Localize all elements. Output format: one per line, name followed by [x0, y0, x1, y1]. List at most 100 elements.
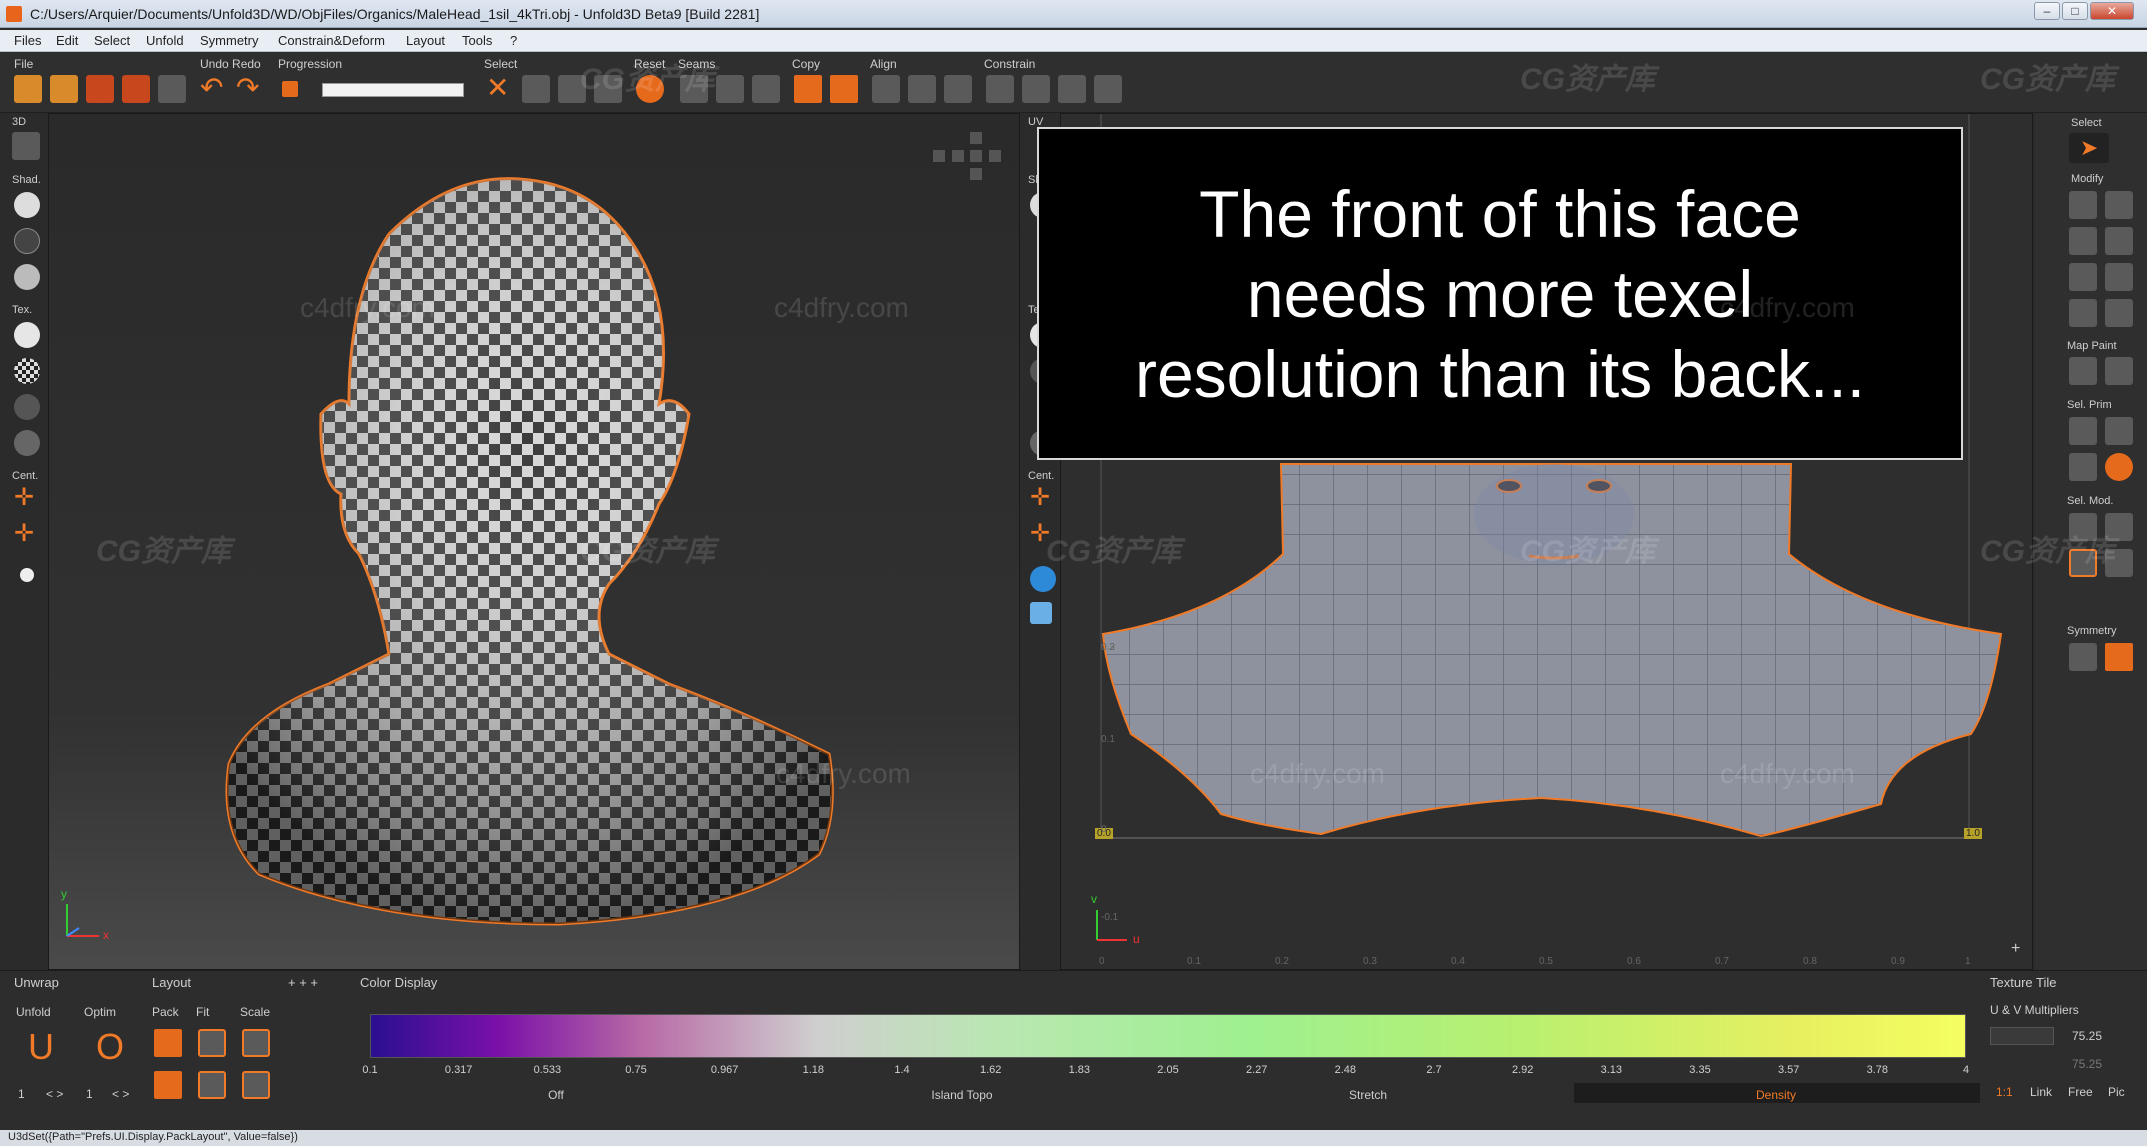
- constrain-plus-icon[interactable]: [1094, 75, 1122, 103]
- mode-off-button[interactable]: Off: [548, 1088, 564, 1102]
- pack-icon[interactable]: [154, 1029, 182, 1057]
- cylinder-icon[interactable]: [2069, 299, 2097, 327]
- tile-ratio-button[interactable]: 1:1: [1996, 1085, 2013, 1099]
- optim-iterations[interactable]: 1: [86, 1087, 93, 1101]
- panel-label-map-paint: Map Paint: [2067, 340, 2117, 352]
- uv-u-tick: 0.1: [1187, 956, 1201, 967]
- symmetry-icon[interactable]: [2069, 643, 2097, 671]
- close-button[interactable]: ✕: [2090, 2, 2134, 20]
- select-all-icon[interactable]: [522, 75, 550, 103]
- fit-tile-icon[interactable]: [198, 1071, 226, 1099]
- vertex-mode-icon[interactable]: [2069, 417, 2097, 445]
- face-mode-icon[interactable]: [2069, 453, 2097, 481]
- uv-v-tick: 0.2: [1101, 642, 1115, 653]
- menu-layout[interactable]: Layout: [406, 33, 445, 48]
- unfold-iterations[interactable]: 1: [18, 1087, 25, 1101]
- minimize-button[interactable]: –: [2034, 2, 2060, 20]
- menu-edit[interactable]: Edit: [56, 33, 78, 48]
- export-icon[interactable]: [158, 75, 186, 103]
- rotate-icon[interactable]: [2105, 191, 2133, 219]
- paint-brush-icon[interactable]: [2069, 357, 2097, 385]
- island-mode-icon[interactable]: [2105, 453, 2133, 481]
- constrain-edge-icon[interactable]: [1058, 75, 1086, 103]
- symmetry-active-icon[interactable]: [2105, 643, 2133, 671]
- navigation-cube[interactable]: [933, 132, 1001, 180]
- texture-tile-section-title[interactable]: Texture Tile: [1990, 975, 2056, 990]
- pack-tile-icon[interactable]: [154, 1071, 182, 1099]
- add-tile-button[interactable]: +: [2011, 940, 2020, 958]
- uv-tile-icon[interactable]: [1030, 602, 1052, 624]
- scale-icon-bottom[interactable]: [242, 1029, 270, 1057]
- light-icon[interactable]: [20, 568, 34, 582]
- center-selection-icon[interactable]: ✛: [14, 520, 34, 548]
- tile-pic-button[interactable]: Pic: [2108, 1085, 2125, 1099]
- align-vertical-icon[interactable]: [908, 75, 936, 103]
- paint-pin-icon[interactable]: [2105, 357, 2133, 385]
- box-icon[interactable]: [2105, 299, 2133, 327]
- tile-link-button[interactable]: Link: [2030, 1085, 2052, 1099]
- color-ramp-tick-label: 0.1: [362, 1064, 378, 1076]
- weld-seam-icon[interactable]: [716, 75, 744, 103]
- frame-icon[interactable]: [12, 132, 40, 160]
- uv-multiplier-value[interactable]: 75.25: [2072, 1029, 2102, 1043]
- layout-add-buttons[interactable]: + + +: [288, 975, 318, 990]
- uv-v-tick: -0.1: [1101, 912, 1119, 923]
- texture-unfold-icon[interactable]: [14, 430, 40, 456]
- texture-checker-icon[interactable]: [14, 358, 40, 384]
- uv-center-icon[interactable]: ✛: [1030, 484, 1050, 512]
- axis-v-label: v: [1091, 892, 1097, 906]
- align-horizontal-icon[interactable]: [872, 75, 900, 103]
- shading-smooth-icon[interactable]: [14, 192, 40, 218]
- menu-tools[interactable]: Tools: [462, 33, 492, 48]
- shading-wire-smooth-icon[interactable]: [14, 264, 40, 290]
- menu-unfold[interactable]: Unfold: [146, 33, 184, 48]
- menu-files[interactable]: Files: [14, 33, 41, 48]
- fit-icon[interactable]: [198, 1029, 226, 1057]
- sphere-icon[interactable]: [2069, 263, 2097, 291]
- layout-section-title[interactable]: Layout: [152, 975, 191, 990]
- color-display-section-title[interactable]: Color Display: [360, 975, 437, 990]
- save-icon[interactable]: [86, 75, 114, 103]
- constrain-pin-icon[interactable]: [986, 75, 1014, 103]
- paste-icon[interactable]: [830, 75, 858, 103]
- texture-plain-icon[interactable]: [14, 322, 40, 348]
- tile-free-button[interactable]: Free: [2068, 1085, 2093, 1099]
- move-icon[interactable]: [2069, 191, 2097, 219]
- unwrap-section-title[interactable]: Unwrap: [14, 975, 59, 990]
- center-icon[interactable]: ✛: [14, 484, 34, 512]
- optim-stepper[interactable]: < >: [112, 1087, 129, 1101]
- unfold-stepper[interactable]: < >: [46, 1087, 63, 1101]
- select-cursor-icon[interactable]: ➤: [2069, 133, 2109, 163]
- open-folder-icon[interactable]: [14, 75, 42, 103]
- stop-icon[interactable]: [282, 81, 298, 97]
- mode-stretch-button[interactable]: Stretch: [1349, 1088, 1387, 1102]
- flip-icon[interactable]: [2105, 227, 2133, 255]
- import-icon[interactable]: [50, 75, 78, 103]
- auto-seam-icon[interactable]: [752, 75, 780, 103]
- grid-icon[interactable]: [2105, 263, 2133, 291]
- deselect-icon[interactable]: ✕: [486, 71, 509, 105]
- unfold-icon[interactable]: U: [28, 1029, 54, 1065]
- scale-tile-icon[interactable]: [242, 1071, 270, 1099]
- toolbar-group-file: File: [14, 57, 34, 71]
- mode-island-topo-button[interactable]: Island Topo: [931, 1088, 992, 1102]
- menu-constrain-deform[interactable]: Constrain&Deform: [278, 33, 385, 48]
- save-as-icon[interactable]: [122, 75, 150, 103]
- undo-icon[interactable]: ↶: [200, 71, 223, 105]
- copy-icon[interactable]: [794, 75, 822, 103]
- optimize-icon[interactable]: O: [96, 1029, 124, 1065]
- maximize-button[interactable]: □: [2062, 2, 2088, 20]
- texture-distortion-icon[interactable]: [14, 394, 40, 420]
- constrain-remove-icon[interactable]: [1022, 75, 1050, 103]
- shading-wire-icon[interactable]: [14, 228, 40, 254]
- uv-multiplier-slider[interactable]: [1990, 1027, 2054, 1045]
- menu-symmetry[interactable]: Symmetry: [200, 33, 259, 48]
- menu-help[interactable]: ?: [510, 33, 517, 48]
- redo-icon[interactable]: ↷: [236, 71, 259, 105]
- mode-density-button[interactable]: Density: [1756, 1088, 1796, 1102]
- toolbar-group-align: Align: [870, 57, 897, 71]
- edge-mode-icon[interactable]: [2105, 417, 2133, 445]
- scale-icon[interactable]: [2069, 227, 2097, 255]
- align-center-icon[interactable]: [944, 75, 972, 103]
- menu-select[interactable]: Select: [94, 33, 130, 48]
